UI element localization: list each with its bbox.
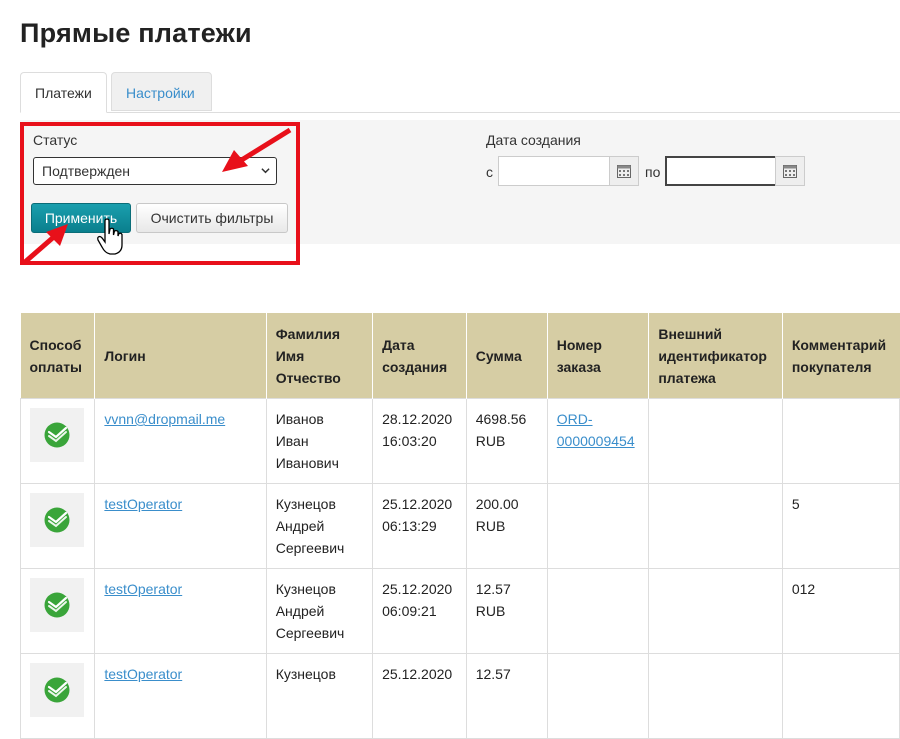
calendar-icon	[783, 165, 797, 178]
payment-method-cell	[19, 568, 96, 654]
full-name-cell: Кузнецов	[265, 653, 374, 739]
chevron-down-icon	[261, 168, 270, 174]
tab-bar: Платежи Настройки	[20, 72, 900, 113]
table-row: vvnn@dropmail.me Иванов Иван Иванович 28.12.…	[19, 398, 900, 484]
date-to-input[interactable]	[665, 156, 777, 186]
date-from-label: с	[486, 164, 493, 180]
full-name-cell: Кузнецов Андрей Сергеевич	[265, 483, 374, 569]
order-cell	[546, 568, 650, 654]
status-label: Статус	[33, 132, 78, 148]
date-from-input[interactable]	[498, 156, 610, 186]
col-full-name: Фамилия Имя Отчество	[265, 313, 373, 399]
date-cell: 28.12.2020 16:03:20	[372, 398, 467, 484]
full-name-cell: Кузнецов Андрей Сергеевич	[265, 568, 374, 654]
order-cell: ORD- 0000009454	[546, 398, 650, 484]
col-order-number: Номер заказа	[546, 313, 649, 399]
payment-logo	[30, 408, 84, 462]
date-cell: 25.12.2020 06:09:21	[372, 568, 467, 654]
sberbank-icon	[44, 592, 70, 618]
payment-logo	[30, 663, 84, 717]
table-row: testOperator Кузнецов Андрей Сергеевич 25.12…	[19, 568, 900, 654]
payment-logo	[30, 578, 84, 632]
tab-payments[interactable]: Платежи	[20, 72, 107, 113]
payment-method-cell	[19, 398, 96, 484]
order-link[interactable]: ORD- 0000009454	[557, 411, 635, 449]
clear-filters-button[interactable]: Очистить фильтры	[136, 203, 288, 233]
external-id-cell	[648, 568, 783, 654]
calendar-icon	[617, 165, 631, 178]
date-cell: 25.12.2020	[372, 653, 467, 739]
login-link[interactable]: testOperator	[104, 581, 182, 597]
comment-cell	[781, 653, 900, 739]
order-cell	[546, 483, 650, 569]
date-to-label: по	[645, 164, 661, 180]
comment-cell: 5	[781, 483, 900, 569]
login-cell: testOperator	[94, 653, 267, 739]
login-link[interactable]: vvnn@dropmail.me	[104, 411, 225, 427]
external-id-cell	[648, 653, 783, 739]
col-payment-method: Способ оплаты	[20, 313, 95, 399]
date-created-label: Дата создания	[486, 132, 581, 148]
payment-method-cell	[19, 653, 96, 739]
col-customer-comment: Комментарий покупателя	[781, 313, 900, 399]
table-header-row: Способ оплаты Логин Фамилия Имя Отчество Да…	[20, 313, 900, 399]
order-cell	[546, 653, 650, 739]
payment-method-cell	[19, 483, 96, 569]
sum-cell: 12.57	[465, 653, 548, 739]
login-cell: testOperator	[94, 568, 267, 654]
login-cell: vvnn@dropmail.me	[94, 398, 267, 484]
col-login: Логин	[94, 313, 267, 399]
external-id-cell	[648, 483, 783, 569]
full-name-cell: Иванов Иван Иванович	[265, 398, 374, 484]
status-select[interactable]: Подтвержден	[33, 157, 277, 185]
col-date-created: Дата создания	[372, 313, 467, 399]
payment-logo	[30, 493, 84, 547]
comment-cell	[781, 398, 900, 484]
login-link[interactable]: testOperator	[104, 666, 182, 682]
sberbank-icon	[44, 677, 70, 703]
external-id-cell	[648, 398, 783, 484]
tab-settings[interactable]: Настройки	[111, 72, 212, 111]
comment-cell: 012	[781, 568, 900, 654]
sum-cell: 200.00 RUB	[465, 483, 548, 569]
table-row: testOperator Кузнецов Андрей Сергеевич 25.12…	[19, 483, 900, 569]
status-select-value: Подтвержден	[42, 163, 131, 179]
sum-cell: 12.57 RUB	[465, 568, 548, 654]
sberbank-icon	[44, 422, 70, 448]
col-external-id: Внешний идентификатор платежа	[648, 313, 783, 399]
calendar-from-button[interactable]	[609, 156, 639, 186]
sberbank-icon	[44, 507, 70, 533]
payments-table: Способ оплаты Логин Фамилия Имя Отчество Да…	[19, 313, 900, 739]
date-cell: 25.12.2020 06:13:29	[372, 483, 467, 569]
calendar-to-button[interactable]	[775, 156, 805, 186]
page-title: Прямые платежи	[20, 18, 252, 48]
sum-cell: 4698.56 RUB	[465, 398, 548, 484]
col-sum: Сумма	[465, 313, 548, 399]
login-link[interactable]: testOperator	[104, 496, 182, 512]
login-cell: testOperator	[94, 483, 267, 569]
hand-cursor-icon	[97, 218, 123, 255]
table-row: testOperator Кузнецов 25.12.2020 12.57	[19, 653, 900, 739]
